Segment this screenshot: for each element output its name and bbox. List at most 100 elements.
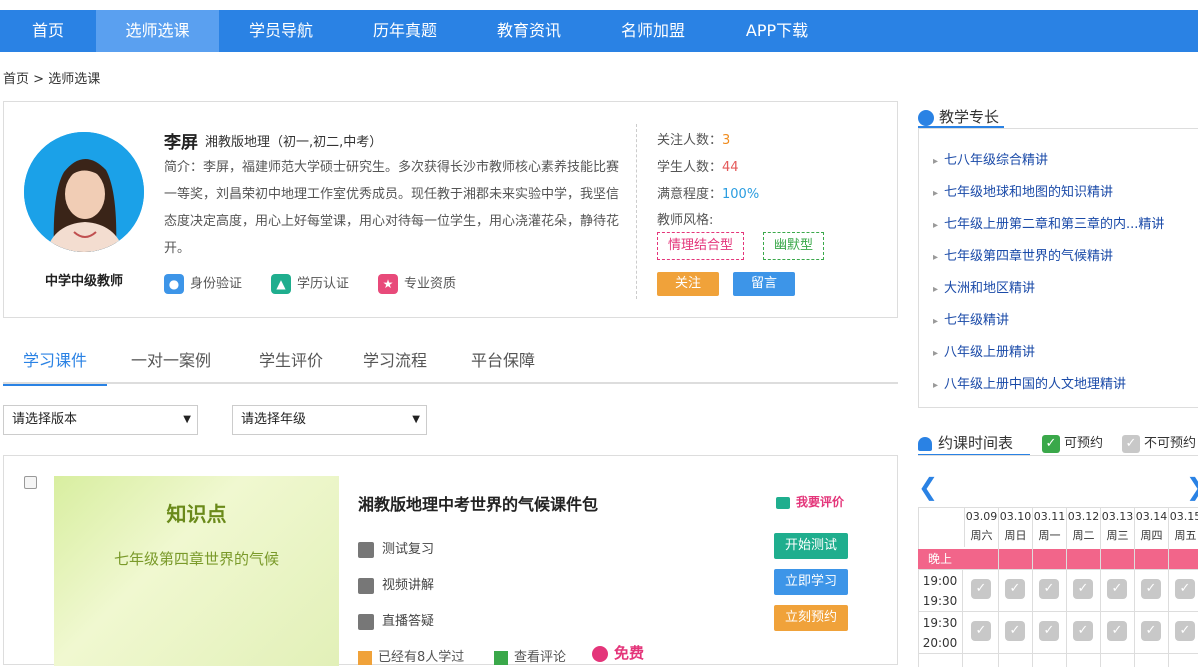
legend-unavailable: ✓ 不可预约	[1122, 432, 1196, 453]
nav-item-app-download[interactable]: APP下载	[715, 10, 839, 52]
grid-line	[1134, 507, 1135, 667]
night-section-label: 晚上	[918, 549, 1198, 569]
tab-one-on-one[interactable]: 一对一案例	[117, 340, 225, 384]
divider	[636, 124, 637, 299]
next-week-arrow-icon[interactable]: ❯	[1186, 474, 1198, 500]
skill-item[interactable]: ▸ 七年级上册第二章和第三章的内...精讲	[933, 213, 1164, 232]
stat-satisfaction: 满意程度：100%	[657, 187, 760, 202]
start-learning-button[interactable]: 立即学习	[774, 569, 848, 595]
schedule-cell-unavailable[interactable]: ✓	[1005, 621, 1025, 641]
skill-item[interactable]: ▸ 大洲和地区精讲	[933, 277, 1035, 296]
day-header: 03.10 周日	[998, 507, 1032, 547]
style-label: 教师风格:	[657, 213, 714, 228]
course-row-live: 直播答疑	[358, 610, 434, 630]
tab-platform-guarantee[interactable]: 平台保障	[459, 340, 547, 384]
day-header: 03.13 周三	[1100, 507, 1134, 547]
grid-line	[1168, 507, 1169, 667]
schedule-header: 约课时间表	[918, 432, 1013, 453]
course-thumbnail[interactable]: 知识点 七年级第四章世界的气候	[54, 476, 339, 666]
skills-header: 教学专长	[918, 106, 999, 127]
skill-item[interactable]: ▸ 七年级第四章世界的气候精讲	[933, 245, 1113, 264]
schedule-cell-unavailable[interactable]: ✓	[1039, 621, 1059, 641]
nav-item-past-exams[interactable]: 历年真题	[343, 10, 467, 52]
people-icon	[358, 613, 374, 630]
check-icon: ✓	[1042, 434, 1060, 453]
chevron-right-icon: ▸	[933, 252, 939, 263]
book-now-button[interactable]: 立刻预约	[774, 605, 848, 631]
schedule-cell-unavailable[interactable]: ✓	[1107, 621, 1127, 641]
message-button[interactable]: 留言	[733, 272, 795, 296]
chevron-right-icon: ▸	[933, 380, 939, 391]
dropdown-arrow-icon: ▼	[412, 414, 420, 425]
teacher-avatar	[24, 132, 144, 252]
skill-item[interactable]: ▸ 七年级精讲	[933, 309, 1009, 328]
tab-learning-process[interactable]: 学习流程	[351, 340, 439, 384]
check-icon: ✓	[1122, 434, 1140, 453]
schedule-cell-unavailable[interactable]: ✓	[1073, 621, 1093, 641]
view-reviews-link[interactable]: 查看评论	[494, 646, 566, 665]
schedule-cell-unavailable[interactable]: ✓	[1005, 579, 1025, 599]
style-tag-humorous: 幽默型	[763, 232, 825, 260]
schedule-grid: 03.09 周六 03.10 周日 03.11 周一 03.12 周二 03.13 周三 …	[918, 507, 1198, 667]
breadcrumb-home[interactable]: 首页	[3, 72, 29, 87]
free-icon	[592, 645, 608, 662]
breadcrumb-current: 选师选课	[48, 72, 101, 87]
rate-link[interactable]: 我要评价	[776, 493, 844, 510]
nav-item-select-teacher[interactable]: 选师选课	[96, 10, 219, 52]
skill-item[interactable]: ▸ 七年级地球和地图的知识精讲	[933, 181, 1113, 200]
skill-item[interactable]: ▸ 八年级上册精讲	[933, 341, 1035, 360]
skill-item[interactable]: ▸ 七八年级综合精讲	[933, 149, 1048, 168]
schedule-cell-unavailable[interactable]: ✓	[1175, 579, 1195, 599]
skill-item[interactable]: ▸ 八年级上册中国的人文地理精讲	[933, 373, 1126, 392]
schedule-cell-unavailable[interactable]: ✓	[1107, 579, 1127, 599]
legend-available: ✓ 可预约	[1042, 432, 1103, 453]
course-checkbox[interactable]	[24, 476, 37, 489]
schedule-cell-unavailable[interactable]: ✓	[1141, 621, 1161, 641]
schedule-cell-unavailable[interactable]: ✓	[1073, 579, 1093, 599]
skills-list: ▸ 七八年级综合精讲 ▸ 七年级地球和地图的知识精讲 ▸ 七年级上册第二章和第三章的内…	[918, 128, 1198, 408]
nav-item-join[interactable]: 名师加盟	[591, 10, 715, 52]
chevron-right-icon: ▸	[933, 316, 939, 327]
teacher-intro: 简介：李屏，福建师范大学硕士研究生。多次获得长沙市教师核心素养技能比赛一等奖，刘…	[164, 160, 620, 256]
chevron-right-icon: ▸	[933, 156, 939, 167]
top-nav: 首页 选师选课 学员导航 历年真题 教育资讯 名师加盟 APP下载	[0, 10, 1198, 52]
nav-item-education-news[interactable]: 教育资讯	[467, 10, 591, 52]
schedule-cell-unavailable[interactable]: ✓	[1039, 579, 1059, 599]
teacher-subject: 湘教版地理（初一,初二,中考）	[205, 135, 383, 150]
course-tabs: 学习课件 一对一案例 学生评价 学习流程 平台保障	[3, 340, 898, 386]
document-icon	[358, 541, 374, 558]
cert-professional: ★ 专业资质	[378, 274, 456, 294]
graduation-cap-icon: ▲	[271, 274, 291, 294]
course-title[interactable]: 湘教版地理中考世界的气候课件包	[358, 491, 598, 515]
stat-students: 学生人数：44	[657, 160, 739, 175]
day-header: 03.12 周二	[1066, 507, 1100, 547]
dropdown-arrow-icon: ▼	[183, 414, 191, 425]
grade-select[interactable]: 请选择年级 ▼	[232, 405, 427, 435]
schedule-cell-unavailable[interactable]: ✓	[971, 621, 991, 641]
chevron-right-icon: ▸	[933, 220, 939, 231]
cert-education: ▲ 学历认证	[271, 274, 349, 294]
teacher-profile-card: 中学中级教师 李屏 湘教版地理（初一,初二,中考） 简介：李屏，福建师范大学硕士…	[3, 101, 898, 318]
schedule-header-rule	[918, 455, 1198, 456]
cert-identity: ● 身份验证	[164, 274, 242, 294]
schedule-cell-unavailable[interactable]: ✓	[1141, 579, 1161, 599]
prev-week-arrow-icon[interactable]: ❮	[918, 474, 938, 500]
grid-line	[1066, 507, 1067, 667]
tab-courseware[interactable]: 学习课件	[3, 340, 107, 386]
schedule-cell-unavailable[interactable]: ✓	[971, 579, 991, 599]
grid-line	[998, 507, 999, 667]
grid-line	[1032, 507, 1033, 667]
user-icon: ●	[164, 274, 184, 294]
star-icon	[358, 650, 372, 665]
schedule-cell-unavailable[interactable]: ✓	[1175, 621, 1195, 641]
start-test-button[interactable]: 开始测试	[774, 533, 848, 559]
course-row-video: 视频讲解	[358, 574, 434, 594]
grid-line	[1100, 507, 1101, 667]
nav-item-home[interactable]: 首页	[0, 10, 96, 52]
tab-student-reviews[interactable]: 学生评价	[241, 340, 341, 384]
course-row-test: 测试复习	[358, 538, 434, 558]
follow-button[interactable]: 关注	[657, 272, 719, 296]
play-icon	[358, 577, 374, 594]
nav-item-student-guide[interactable]: 学员导航	[219, 10, 343, 52]
version-select[interactable]: 请选择版本 ▼	[3, 405, 198, 435]
